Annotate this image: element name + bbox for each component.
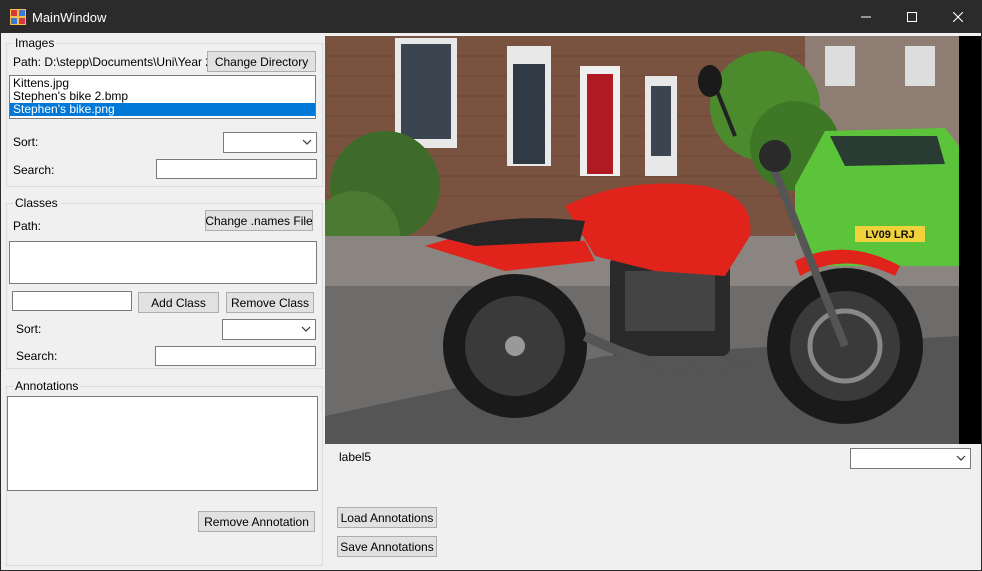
remove-annotation-button[interactable]: Remove Annotation [198,511,315,532]
classes-search-label: Search: [16,349,58,363]
main-window: MainWindow Images Path: D:\stepp\Documen… [0,0,982,571]
title-bar[interactable]: MainWindow [1,1,981,33]
image-canvas-border [959,36,981,444]
save-annotations-button[interactable]: Save Annotations [337,536,437,557]
classes-sort-dropdown[interactable] [222,319,316,340]
classes-group-label: Classes [13,196,60,210]
maximize-icon [907,12,917,22]
chevron-down-icon [956,455,966,461]
motorbike-photo: LV09 LRJ [325,36,959,444]
chevron-down-icon [302,139,312,145]
annotation-class-dropdown[interactable] [850,448,971,469]
image-list-item-selected[interactable]: Stephen's bike.png [10,103,315,116]
annotations-listbox[interactable] [7,396,318,491]
images-listbox[interactable]: Kittens.jpg Stephen's bike 2.bmp Stephen… [9,75,316,119]
change-names-file-button[interactable]: Change .names File [205,210,313,231]
classes-path-label: Path: [13,219,42,233]
label5: label5 [339,450,372,464]
images-sort-label: Sort: [13,135,39,149]
minimize-icon [861,16,871,18]
app-icon [10,9,26,25]
image-canvas[interactable]: LV09 LRJ [325,36,959,444]
new-class-input[interactable] [12,291,132,311]
minimize-button[interactable] [843,1,889,33]
window-title: MainWindow [32,10,107,25]
images-path-label: Path: D:\stepp\Documents\Uni\Year 2\: [13,55,208,69]
classes-listbox[interactable] [9,241,317,284]
images-search-label: Search: [13,163,55,177]
remove-class-button[interactable]: Remove Class [226,292,314,313]
close-button[interactable] [935,1,981,33]
maximize-button[interactable] [889,1,935,33]
load-annotations-button[interactable]: Load Annotations [337,507,437,528]
images-sort-dropdown[interactable] [223,132,317,153]
annotations-group-label: Annotations [13,379,81,393]
images-group-label: Images [13,36,57,50]
classes-search-input[interactable] [155,346,316,366]
classes-sort-label: Sort: [16,322,42,336]
change-directory-button[interactable]: Change Directory [207,51,316,72]
chevron-down-icon [301,326,311,332]
images-search-input[interactable] [156,159,317,179]
close-icon [953,12,963,22]
add-class-button[interactable]: Add Class [138,292,219,313]
car-plate-text: LV09 LRJ [865,229,914,241]
